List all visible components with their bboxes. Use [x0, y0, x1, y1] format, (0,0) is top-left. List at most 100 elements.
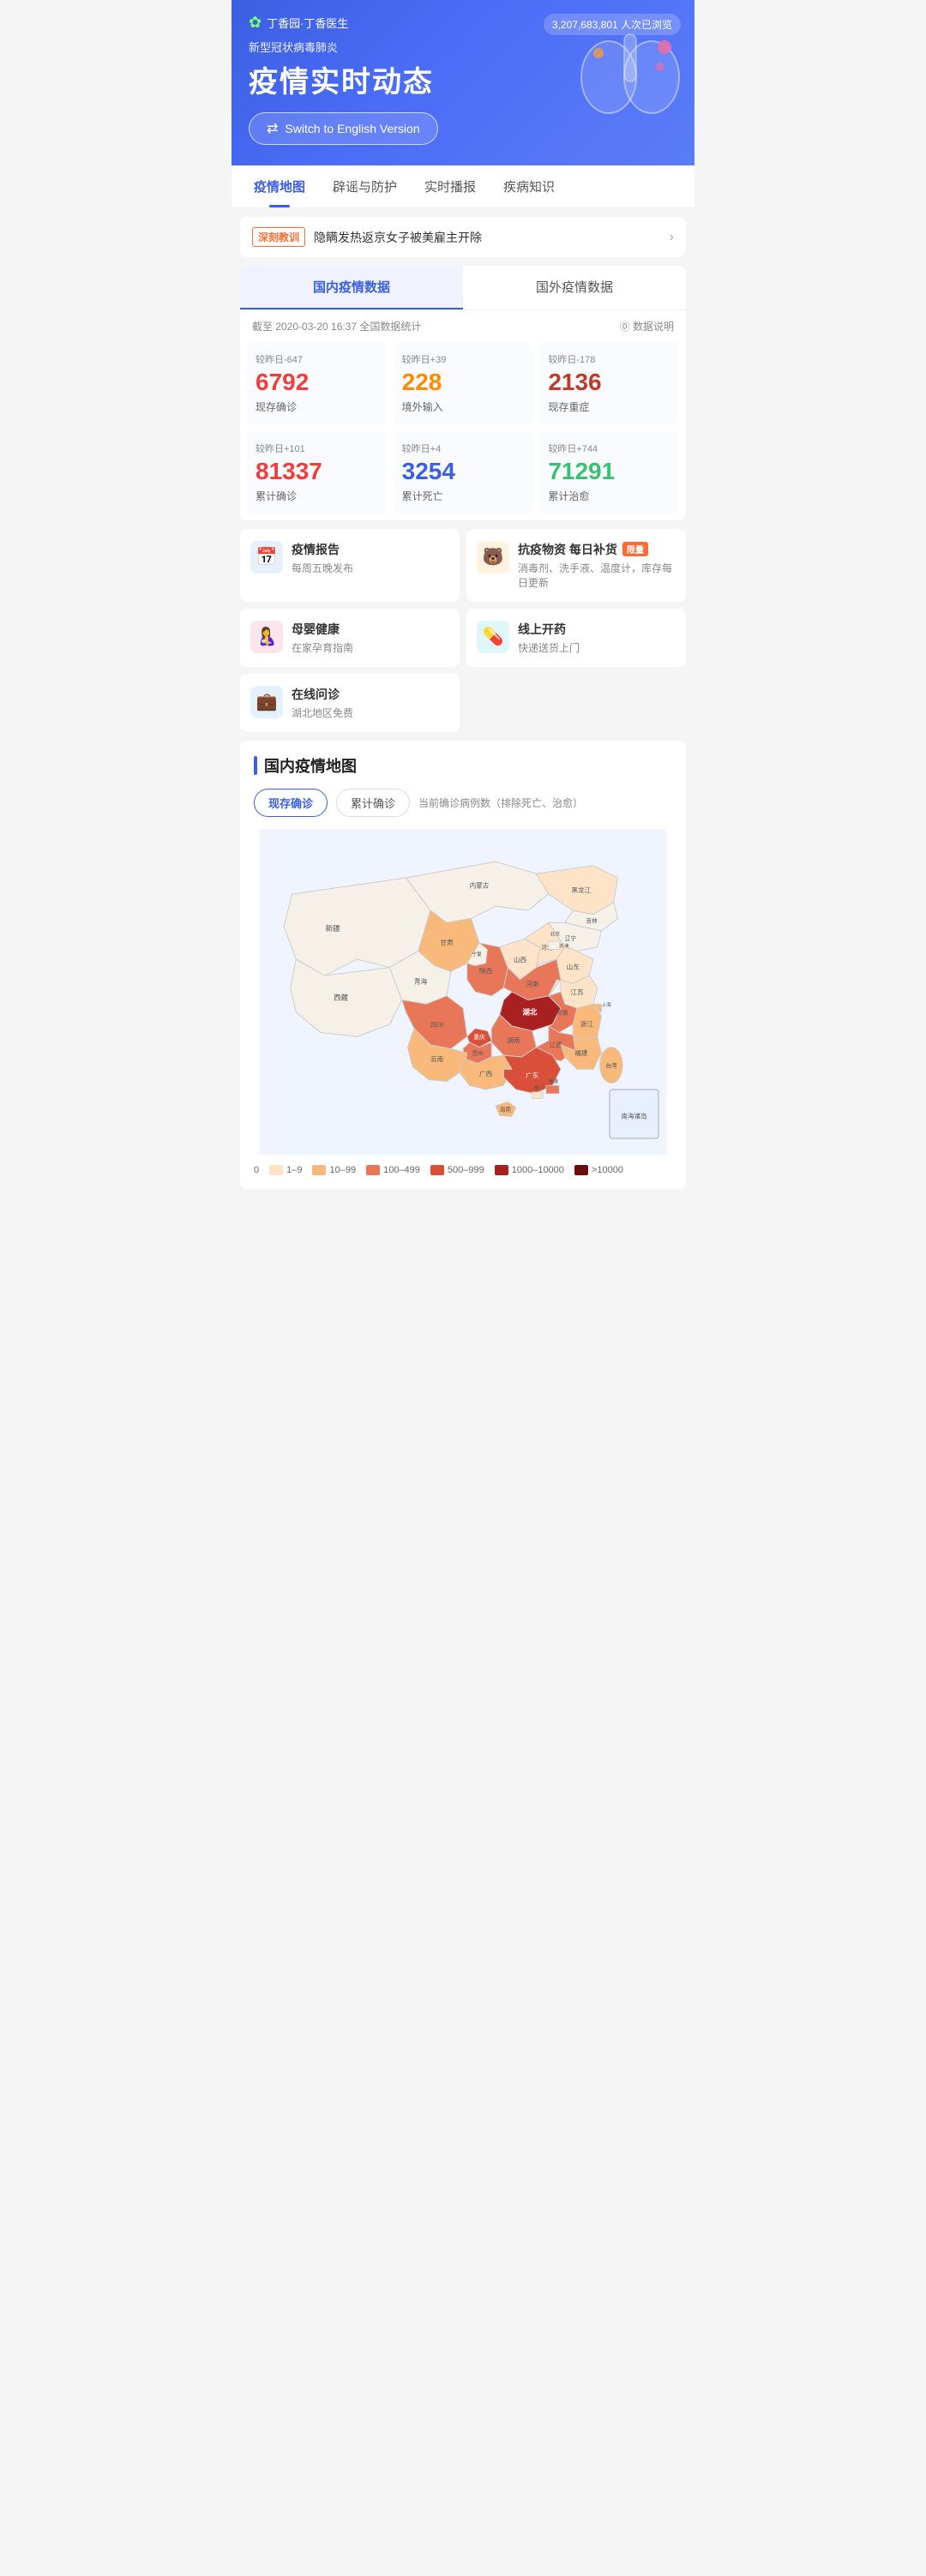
stats-tab-domestic[interactable]: 国内疫情数据	[240, 266, 463, 309]
tab-rumor[interactable]: 辟谣与防护	[319, 165, 411, 207]
legend-color-1-9	[269, 1165, 283, 1175]
legend-gt-10000: >10000	[574, 1165, 623, 1175]
svg-text:广西: 广西	[479, 1068, 493, 1077]
svg-text:海南: 海南	[500, 1105, 512, 1113]
stat-label-5: 累计治愈	[548, 489, 670, 503]
lung-decoration	[574, 17, 686, 120]
stat-card-deaths: 较昨日+4 3254 累计死亡	[394, 431, 533, 513]
stat-delta-2: 较昨日-178	[548, 352, 670, 366]
svg-text:安徽: 安徽	[556, 1008, 568, 1016]
stat-delta-5: 较昨日+744	[548, 441, 670, 455]
service-icon-supplies: 🐻	[477, 541, 509, 573]
stat-value-2: 2136	[548, 369, 670, 396]
map-title-bar	[254, 756, 257, 775]
svg-text:四川: 四川	[430, 1020, 443, 1028]
tab-live[interactable]: 实时播报	[411, 165, 490, 207]
svg-text:重庆: 重庆	[473, 1033, 485, 1041]
svg-text:辽宁: 辽宁	[565, 934, 577, 942]
news-text: 隐瞒发热返京女子被美雇主开除	[314, 229, 661, 246]
svg-text:福建: 福建	[574, 1048, 588, 1057]
stat-delta-0: 较昨日-647	[256, 352, 378, 366]
service-icon-maternal: 🤱	[250, 621, 283, 653]
service-title-maternal: 母婴健康	[292, 621, 449, 638]
news-banner[interactable]: 深刻教训 隐瞒发热返京女子被美雇主开除 ›	[240, 217, 686, 257]
svg-text:上海: 上海	[602, 1001, 612, 1008]
china-map: 新疆 西藏 内蒙古 黑龙江 吉林 辽宁 甘肃 青海 四川	[254, 829, 672, 1155]
map-title-row: 国内疫情地图	[254, 754, 672, 777]
stats-tab-foreign[interactable]: 国外疫情数据	[463, 266, 686, 309]
service-title-consult: 在线问诊	[292, 686, 449, 703]
svg-text:山东: 山东	[567, 962, 580, 970]
svg-text:澳门: 澳门	[534, 1084, 544, 1091]
stat-card-severe: 较昨日-178 2136 现存重症	[539, 342, 679, 424]
stat-label-4: 累计死亡	[402, 489, 525, 503]
switch-icon: ⇄	[267, 120, 278, 137]
stat-value-5: 71291	[548, 459, 670, 485]
english-btn-label: Switch to English Version	[285, 122, 419, 135]
legend-10-99: 10–99	[312, 1165, 356, 1175]
legend-1000-10000: 1000–10000	[495, 1165, 564, 1175]
tab-disease[interactable]: 疾病知识	[490, 165, 568, 207]
svg-text:河南: 河南	[526, 979, 539, 988]
tab-epidemic-map[interactable]: 疫情地图	[240, 165, 319, 207]
stat-value-0: 6792	[256, 369, 378, 396]
stats-meta: 截至 2020-03-20 16:37 全国数据统计 ⓪ 数据说明	[240, 310, 686, 342]
stat-card-active: 较昨日-647 6792 现存确诊	[247, 342, 387, 424]
svg-text:新疆: 新疆	[325, 922, 340, 932]
legend-500-999: 500–999	[430, 1165, 484, 1175]
service-desc-consult: 湖北地区免费	[292, 706, 449, 720]
svg-text:宁夏: 宁夏	[472, 951, 482, 958]
logo-text: 丁香园·丁香医生	[267, 15, 348, 31]
svg-text:浙江: 浙江	[580, 1018, 594, 1027]
legend-color-gt-10000	[574, 1165, 588, 1175]
service-desc-supplies: 消毒剂、洗手液、温度计，库存每日更新	[518, 561, 676, 590]
svg-text:湖北: 湖北	[522, 1006, 538, 1016]
stats-data-info[interactable]: ⓪ 数据说明	[620, 319, 674, 333]
svg-text:南海诸岛: 南海诸岛	[621, 1111, 646, 1120]
legend-color-1000-10000	[495, 1165, 508, 1175]
legend-1-9: 1–9	[269, 1165, 302, 1175]
map-title: 国内疫情地图	[264, 754, 357, 777]
service-icon-consult: 💼	[250, 686, 283, 718]
svg-text:青海: 青海	[414, 976, 428, 985]
legend-100-499: 100–499	[366, 1165, 420, 1175]
service-card-consult[interactable]: 💼 在线问诊 湖北地区免费	[240, 674, 460, 732]
stats-section: 国内疫情数据 国外疫情数据 截至 2020-03-20 16:37 全国数据统计…	[240, 266, 686, 520]
svg-text:山西: 山西	[514, 954, 527, 963]
legend-color-500-999	[430, 1165, 444, 1175]
service-desc-maternal: 在家孕育指南	[292, 640, 449, 655]
header: ✿ 丁香园·丁香医生 3,207,683,801 人次已浏览 新型冠状病毒肺炎 …	[232, 0, 694, 165]
stats-tabs: 国内疫情数据 国外疫情数据	[240, 266, 686, 310]
stat-delta-4: 较昨日+4	[402, 441, 525, 455]
legend-color-10-99	[312, 1165, 326, 1175]
stat-delta-3: 较昨日+101	[256, 441, 378, 455]
service-title-supplies: 抗疫物资 每日补货 限量	[518, 541, 676, 558]
svg-text:吉林: 吉林	[586, 916, 598, 924]
map-legend: 0 1–9 10–99 100–499 500–999 1000–10000 >…	[254, 1165, 672, 1175]
stat-value-4: 3254	[402, 459, 525, 485]
svg-text:陕西: 陕西	[479, 966, 493, 975]
svg-text:贵州: 贵州	[472, 1049, 483, 1057]
svg-text:内蒙古: 内蒙古	[470, 880, 490, 889]
news-arrow-icon: ›	[670, 230, 674, 245]
legend-color-100-499	[366, 1165, 380, 1175]
svg-text:甘肃: 甘肃	[440, 937, 454, 946]
service-card-pharmacy[interactable]: 💊 线上开药 快递送货上门	[466, 609, 686, 667]
stats-time: 截至 2020-03-20 16:37 全国数据统计	[252, 319, 421, 333]
stat-label-1: 境外输入	[402, 399, 525, 414]
supplies-badge: 限量	[622, 542, 648, 556]
map-filter-cumulative[interactable]: 累计确诊	[336, 789, 410, 817]
china-map-svg: 新疆 西藏 内蒙古 黑龙江 吉林 辽宁 甘肃 青海 四川	[254, 829, 672, 1155]
service-card-report[interactable]: 📅 疫情报告 每周五晚发布	[240, 529, 460, 602]
stat-delta-1: 较昨日+39	[402, 352, 525, 366]
svg-text:香港: 香港	[549, 1078, 559, 1084]
news-tag: 深刻教训	[252, 227, 305, 247]
map-filter-row: 现存确诊 累计确诊 当前确诊病例数（排除死亡、治愈）	[254, 789, 672, 817]
logo-icon: ✿	[249, 14, 262, 32]
service-icon-pharmacy: 💊	[477, 621, 509, 653]
english-version-button[interactable]: ⇄ Switch to English Version	[249, 112, 438, 145]
map-filter-active[interactable]: 现存确诊	[254, 789, 328, 817]
service-card-maternal[interactable]: 🤱 母婴健康 在家孕育指南	[240, 609, 460, 667]
service-card-supplies[interactable]: 🐻 抗疫物资 每日补货 限量 消毒剂、洗手液、温度计，库存每日更新	[466, 529, 686, 602]
service-desc-report: 每周五晚发布	[292, 561, 449, 575]
